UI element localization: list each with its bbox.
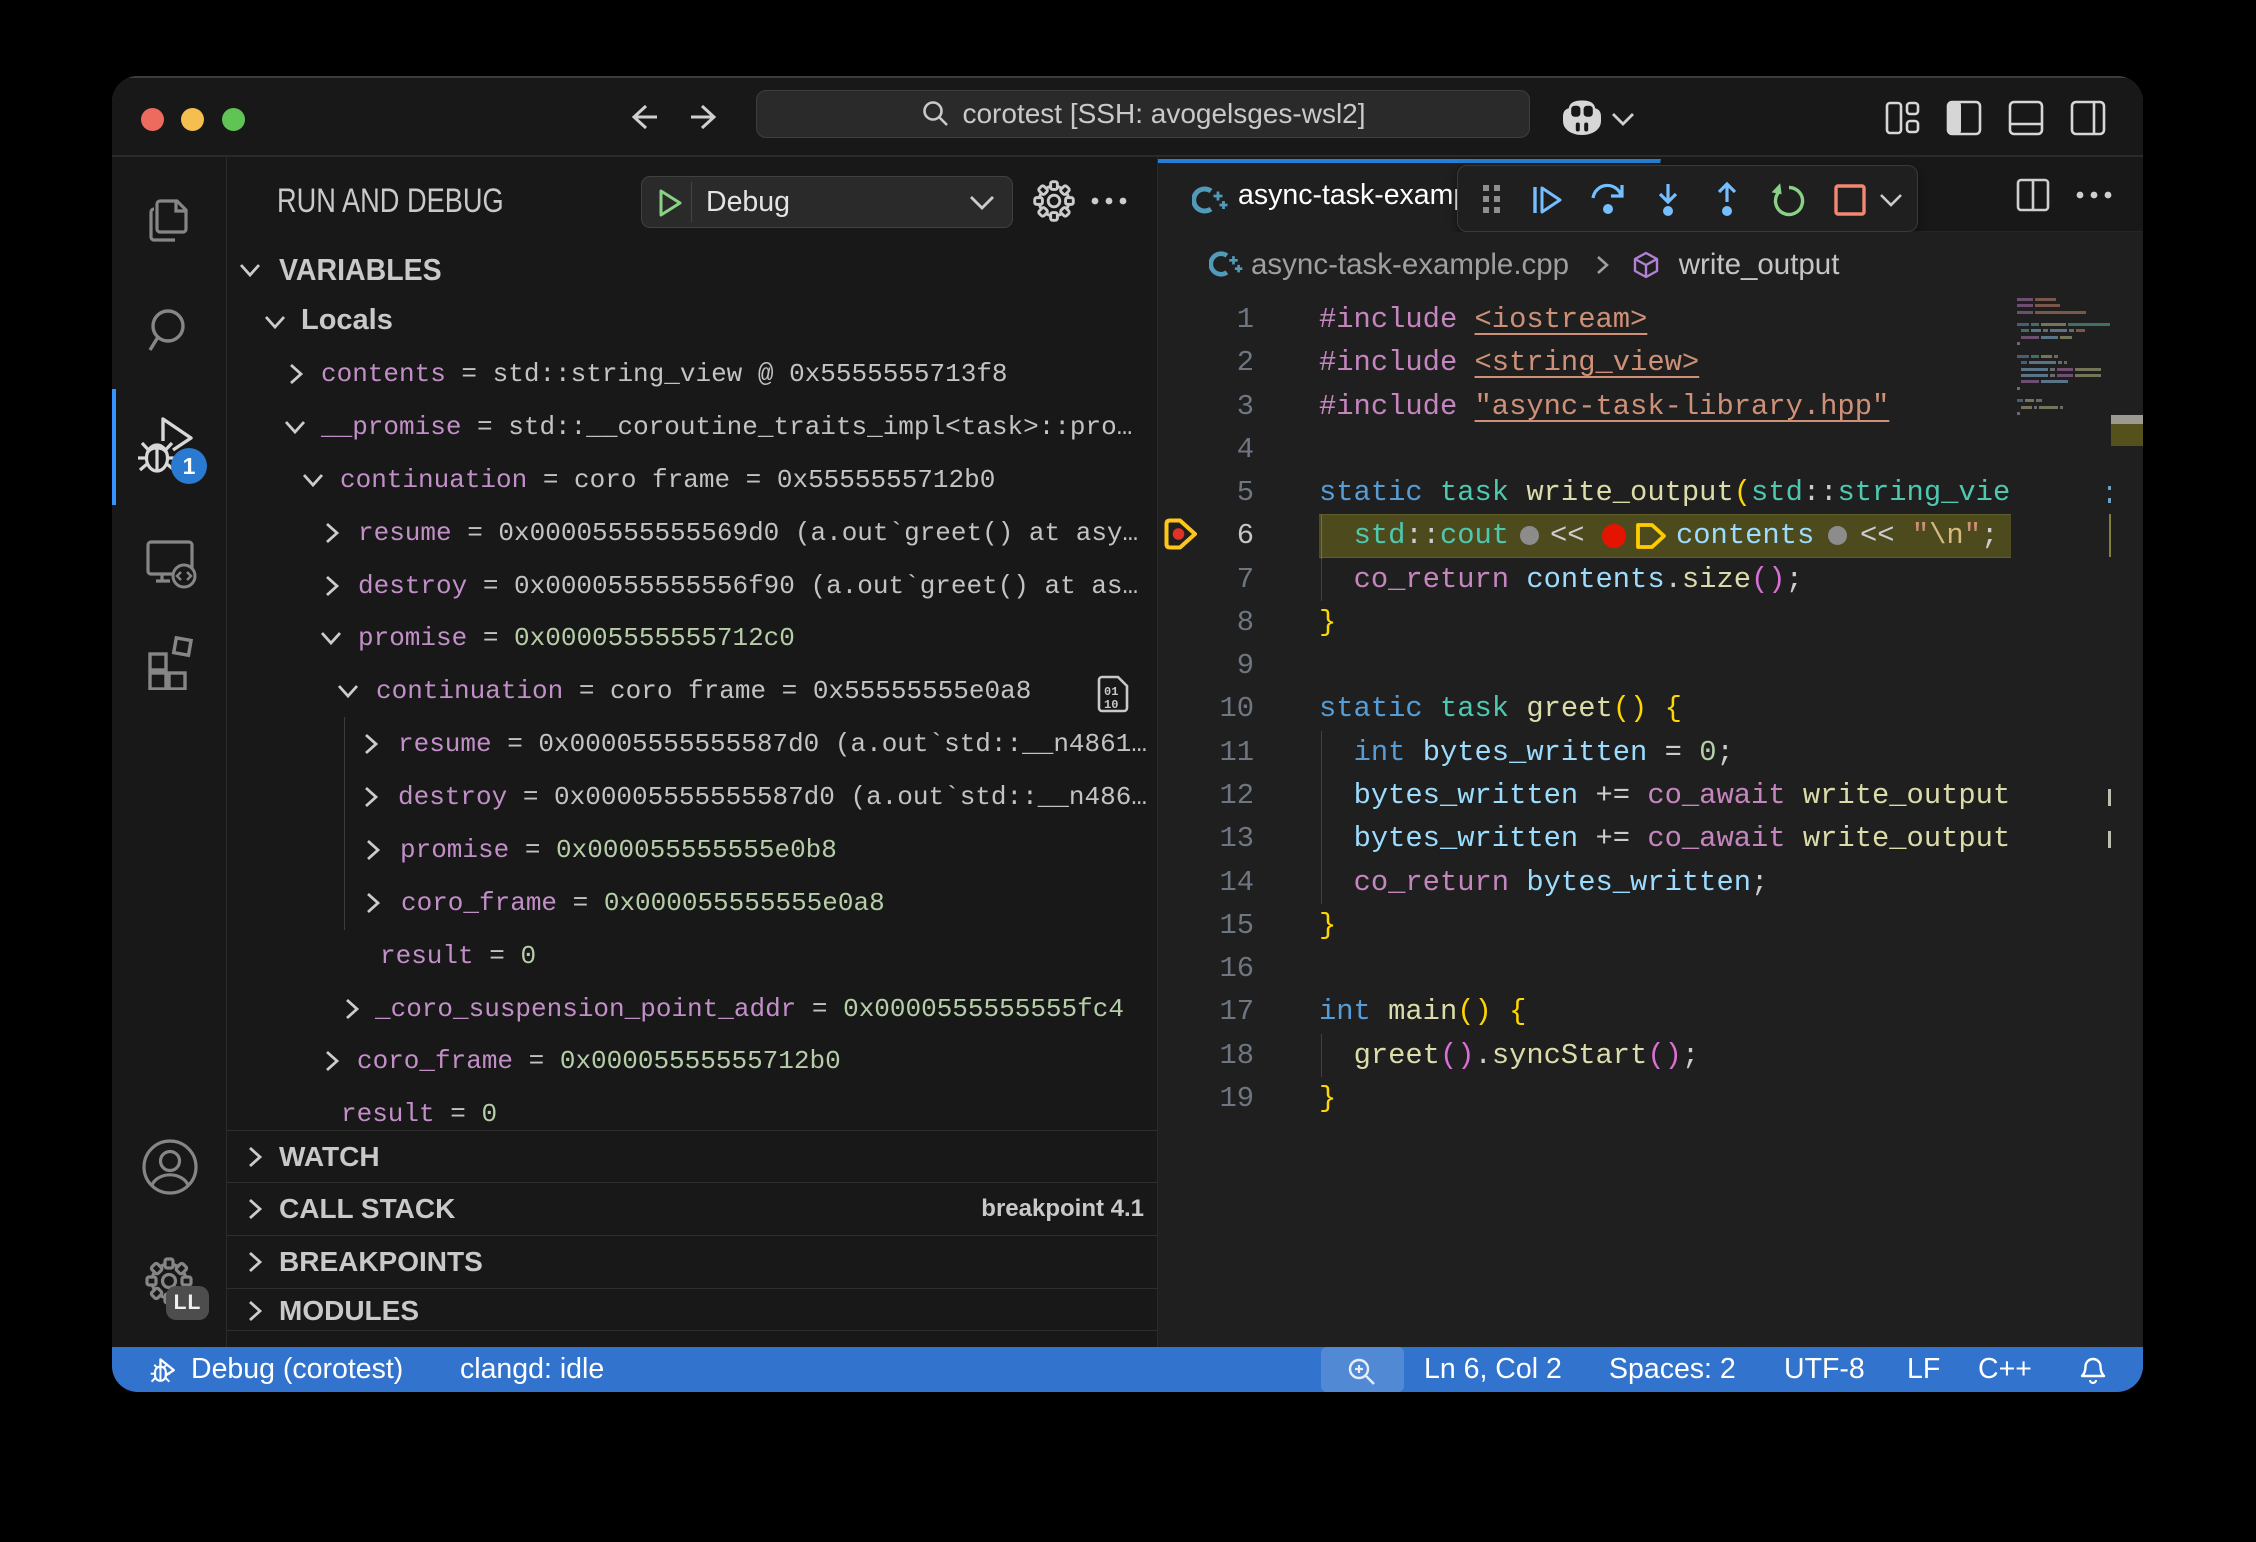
svg-text:10: 10	[1104, 698, 1118, 712]
svg-text:01: 01	[1104, 685, 1118, 699]
